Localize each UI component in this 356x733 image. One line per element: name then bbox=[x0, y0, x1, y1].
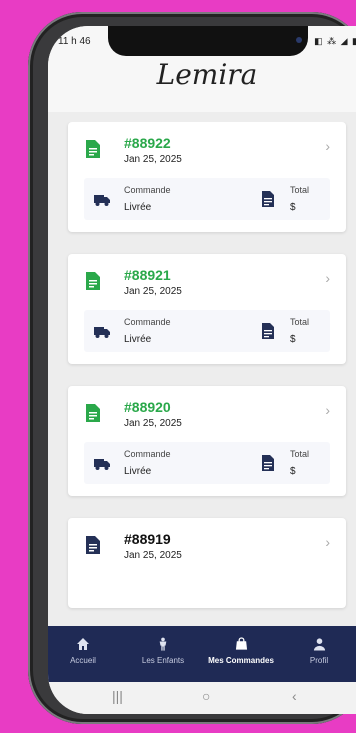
nav-item-mes-commandes[interactable]: Mes Commandes bbox=[206, 636, 276, 665]
total-label: Total bbox=[290, 449, 310, 459]
recents-button[interactable]: ||| bbox=[112, 688, 123, 704]
user-icon bbox=[313, 638, 325, 651]
commande-status: Livrée bbox=[124, 466, 152, 477]
document-icon bbox=[86, 272, 100, 290]
app-screen: Lemira 11 h 46 ◧ ⁂ ◢ ▮ #88922 Jan 25, 20… bbox=[48, 26, 356, 714]
commande-status: Livrée bbox=[124, 334, 152, 345]
nav-label: Les Enfants bbox=[141, 656, 185, 665]
truck-icon bbox=[94, 459, 110, 470]
total-label: Total bbox=[290, 317, 310, 327]
camera-notch bbox=[108, 26, 308, 56]
status-icons: ◧ ⁂ ◢ ▮ bbox=[314, 36, 356, 46]
back-button[interactable]: ‹ bbox=[292, 688, 297, 704]
bottom-navigation: Accueil Les Enfants Mes Commandes Profil bbox=[48, 626, 356, 682]
order-date: Jan 25, 2025 bbox=[124, 550, 182, 561]
truck-icon bbox=[94, 327, 110, 338]
nav-item-les-enfants[interactable]: Les Enfants bbox=[128, 636, 198, 665]
commande-status: Livrée bbox=[124, 202, 152, 213]
document-icon bbox=[86, 140, 100, 158]
commande-label: Commande bbox=[124, 185, 171, 195]
app-logo: Lemira bbox=[156, 58, 258, 91]
order-id: #88919 bbox=[124, 531, 171, 547]
order-id: #88922 bbox=[124, 135, 171, 151]
document-icon bbox=[86, 536, 100, 554]
order-details: Commande Livrée Total $ bbox=[84, 310, 330, 352]
camera-dot bbox=[296, 37, 302, 43]
order-details: Commande Livrée Total $ bbox=[84, 178, 330, 220]
order-id: #88921 bbox=[124, 267, 171, 283]
order-details: Commande Livrée Total $ bbox=[84, 442, 330, 484]
order-id: #88920 bbox=[124, 399, 171, 415]
chevron-right-icon[interactable]: › bbox=[325, 138, 330, 154]
child-icon bbox=[159, 637, 167, 651]
system-navigation-bar: ||| ○ ‹ bbox=[48, 682, 356, 714]
invoice-icon bbox=[262, 455, 274, 471]
order-card[interactable]: #88920 Jan 25, 2025 › Commande Livrée To… bbox=[68, 386, 346, 496]
home-button[interactable]: ○ bbox=[202, 688, 210, 704]
status-time: 11 h 46 bbox=[58, 36, 91, 47]
truck-icon bbox=[94, 195, 110, 206]
order-date: Jan 25, 2025 bbox=[124, 154, 182, 165]
nav-label: Accueil bbox=[70, 656, 96, 665]
invoice-icon bbox=[262, 323, 274, 339]
chevron-right-icon[interactable]: › bbox=[325, 402, 330, 418]
order-card[interactable]: #88921 Jan 25, 2025 › Commande Livrée To… bbox=[68, 254, 346, 364]
total-value: $ bbox=[290, 466, 296, 477]
commande-label: Commande bbox=[124, 317, 171, 327]
nav-item-accueil[interactable]: Accueil bbox=[48, 636, 118, 665]
total-label: Total bbox=[290, 185, 310, 195]
nav-item-profil[interactable]: Profil bbox=[284, 636, 354, 665]
total-value: $ bbox=[290, 202, 296, 213]
order-date: Jan 25, 2025 bbox=[124, 286, 182, 297]
total-value: $ bbox=[290, 334, 296, 345]
nav-label: Profil bbox=[309, 656, 329, 665]
shopping-bag-icon bbox=[235, 637, 247, 650]
orders-list[interactable]: #88922 Jan 25, 2025 › Commande Livrée To… bbox=[48, 122, 356, 622]
invoice-icon bbox=[262, 191, 274, 207]
chevron-right-icon[interactable]: › bbox=[325, 270, 330, 286]
order-card[interactable]: #88919 Jan 25, 2025 › bbox=[68, 518, 346, 608]
document-icon bbox=[86, 404, 100, 422]
order-date: Jan 25, 2025 bbox=[124, 418, 182, 429]
home-icon bbox=[77, 638, 89, 650]
commande-label: Commande bbox=[124, 449, 171, 459]
chevron-right-icon[interactable]: › bbox=[325, 534, 330, 550]
nav-label: Mes Commandes bbox=[208, 656, 274, 665]
order-card[interactable]: #88922 Jan 25, 2025 › Commande Livrée To… bbox=[68, 122, 346, 232]
